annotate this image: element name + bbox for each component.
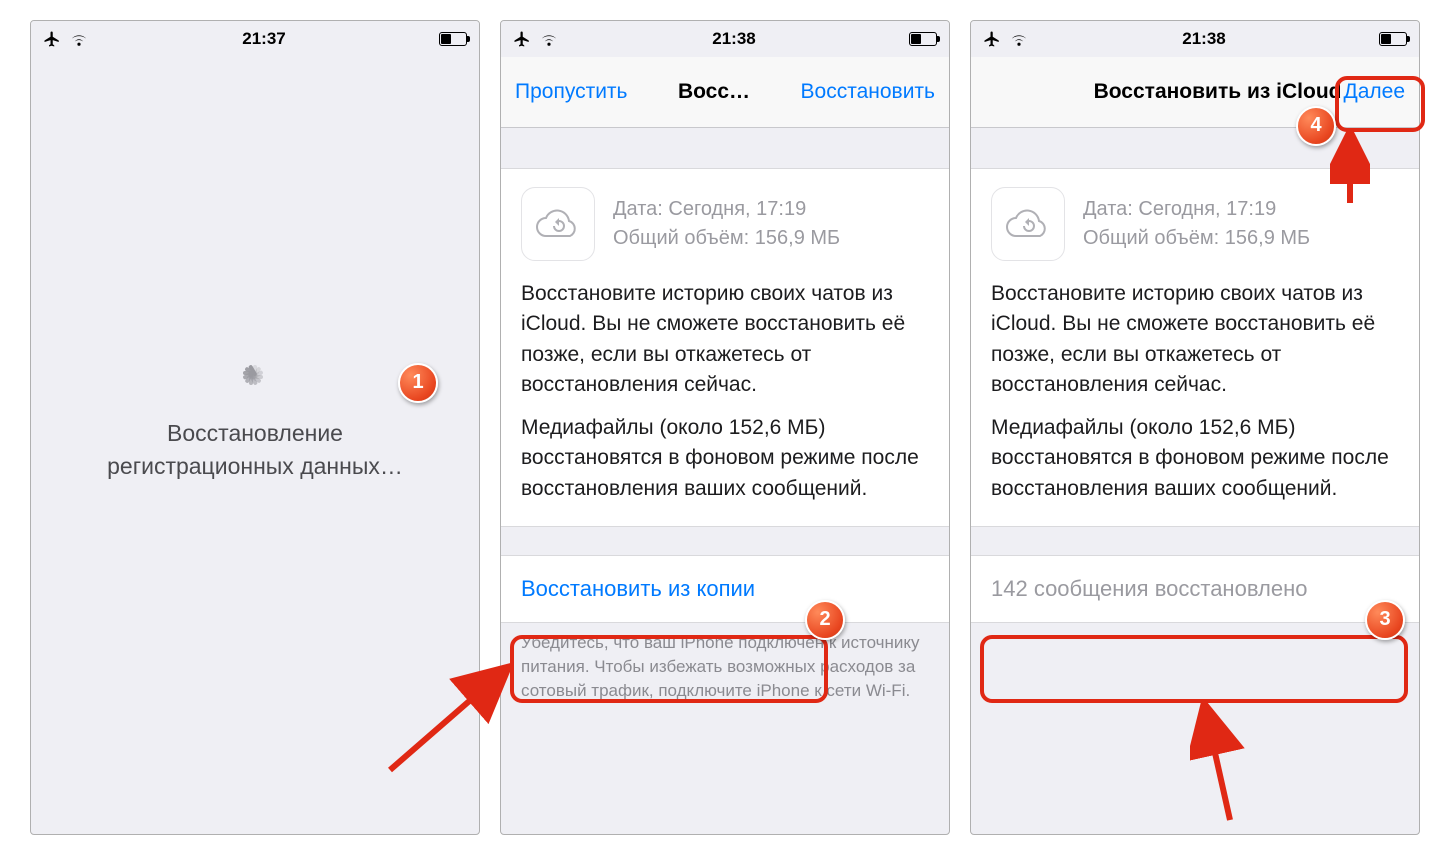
restore-description-1: Восстановите историю своих чатов из iClo… [991,279,1399,401]
status-right [909,32,937,46]
wifi-icon [1009,31,1029,47]
backup-date: Дата: Сегодня, 17:19 [613,195,840,224]
cloud-restore-icon [991,187,1065,261]
status-time: 21:38 [1182,29,1225,49]
airplane-icon [513,30,531,48]
wifi-icon [539,31,559,47]
restore-button[interactable]: Восстановить [801,80,935,104]
restore-description-2: Медиафайлы (около 152,6 МБ) восстановятс… [521,413,929,504]
phone-screen-2: 21:38 Пропустить Восс… Восстановить Дата… [500,20,950,835]
next-button[interactable]: Далее [1343,80,1405,104]
restore-description-1: Восстановите историю своих чатов из iClo… [521,279,929,401]
loading-area: Восстановление регистрационных данных… [31,21,479,834]
annotation-badge-3: 3 [1365,600,1405,640]
battery-icon [1379,32,1407,46]
skip-button[interactable]: Пропустить [515,80,628,104]
stage: 21:37 Восстановление регистрационных д [0,0,1446,853]
backup-card: Дата: Сегодня, 17:19 Общий объём: 156,9 … [501,168,949,527]
phone-screen-1: 21:37 Восстановление регистрационных д [30,20,480,835]
annotation-badge-4: 4 [1296,106,1336,146]
battery-icon [909,32,937,46]
restore-description-2: Медиафайлы (около 152,6 МБ) восстановятс… [991,413,1399,504]
backup-size: Общий объём: 156,9 МБ [613,224,840,253]
status-left [983,30,1029,48]
backup-meta: Дата: Сегодня, 17:19 Общий объём: 156,9 … [613,195,840,253]
phone-screen-3: 21:38 Восстановить из iCloud Далее Дата:… [970,20,1420,835]
status-left [513,30,559,48]
status-right [1379,32,1407,46]
status-time: 21:38 [712,29,755,49]
cloud-restore-icon [521,187,595,261]
backup-date: Дата: Сегодня, 17:19 [1083,195,1310,224]
annotation-badge-2: 2 [805,600,845,640]
backup-card: Дата: Сегодня, 17:19 Общий объём: 156,9 … [971,168,1419,527]
status-bar: 21:38 [971,21,1419,57]
loading-text: Восстановление регистрационных данных… [85,417,425,481]
nav-bar: Восстановить из iCloud Далее [971,57,1419,128]
restore-from-backup-button[interactable]: Восстановить из копии [501,555,949,623]
nav-title: Восс… [628,80,801,104]
nav-title: Восстановить из iCloud [985,80,1343,104]
nav-bar: Пропустить Восс… Восстановить [501,57,949,128]
restore-status-row: 142 сообщения восстановлено [971,555,1419,623]
status-bar: 21:38 [501,21,949,57]
airplane-icon [983,30,1001,48]
annotation-badge-1: 1 [398,363,438,403]
backup-meta: Дата: Сегодня, 17:19 Общий объём: 156,9 … [1083,195,1310,253]
restore-footnote: Убедитесь, что ваш iPhone подключен к ис… [501,623,949,702]
backup-size: Общий объём: 156,9 МБ [1083,224,1310,253]
backup-header: Дата: Сегодня, 17:19 Общий объём: 156,9 … [991,187,1399,261]
spinner-icon [233,353,277,397]
backup-header: Дата: Сегодня, 17:19 Общий объём: 156,9 … [521,187,929,261]
